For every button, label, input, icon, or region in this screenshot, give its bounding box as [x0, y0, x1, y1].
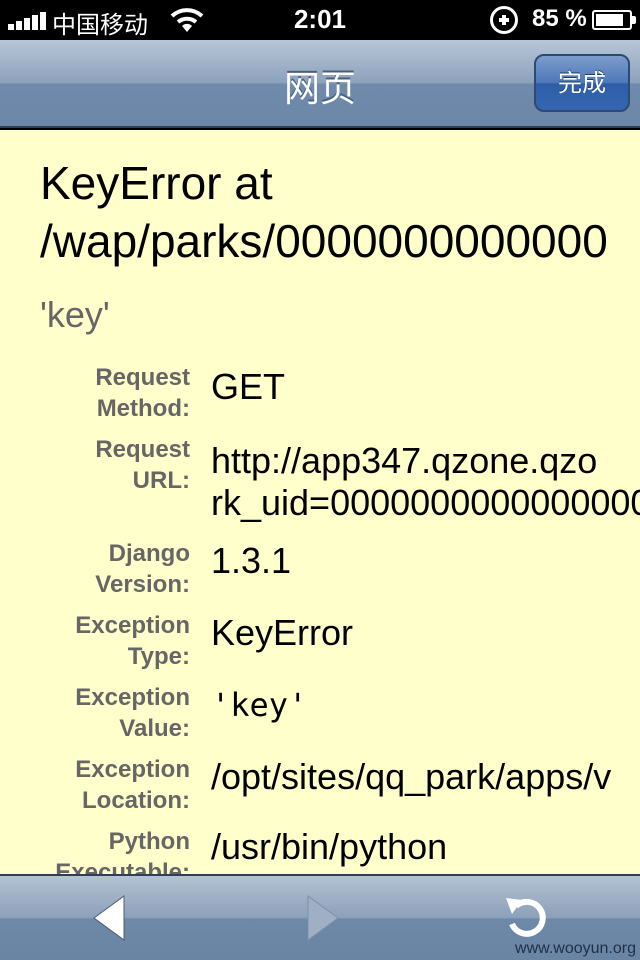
battery-icon [592, 10, 636, 30]
web-content[interactable]: KeyError at /wap/parks/0000000000000 'ke… [0, 130, 640, 874]
meta-label: Exception Type: [75, 612, 190, 670]
battery-fill [596, 14, 624, 26]
meta-label: Exception Value: [75, 684, 190, 742]
meta-value: http://app347.qzone.qzo rk_uid=0000000000… [211, 440, 640, 523]
watermark: www.wooyun.org [515, 940, 636, 957]
meta-label: Django Version: [95, 540, 190, 598]
meta-value: /opt/sites/qq_park/apps/v [211, 756, 612, 797]
meta-label: Request Method: [95, 364, 190, 422]
meta-value: 'key' [211, 686, 308, 724]
meta-value: 1.3.1 [211, 540, 292, 581]
meta-label: Exception Location: [75, 756, 190, 814]
meta-label: Python Executable: [55, 828, 190, 874]
forward-arrow-icon[interactable] [282, 876, 362, 960]
meta-label: Request URL: [95, 436, 190, 494]
error-title-line-1: KeyError at [40, 157, 273, 209]
navigation-bar: 网页 完成 [0, 40, 640, 128]
browser-toolbar: www.wooyun.org [0, 874, 640, 960]
error-title-line-2: /wap/parks/0000000000000 [40, 215, 608, 267]
meta-value: KeyError [211, 612, 354, 653]
rotation-lock-icon [490, 6, 518, 34]
status-bar: 中国移动 2:01 85 % [0, 0, 640, 40]
done-button[interactable]: 完成 [534, 54, 630, 112]
error-subtitle: 'key' [40, 294, 110, 335]
meta-value: GET [211, 366, 286, 407]
error-title: KeyError at /wap/parks/0000000000000 [40, 154, 640, 270]
meta-value: /usr/bin/python [211, 826, 448, 867]
back-arrow-icon[interactable] [70, 876, 150, 960]
battery-percentage: 85 % [532, 5, 587, 32]
